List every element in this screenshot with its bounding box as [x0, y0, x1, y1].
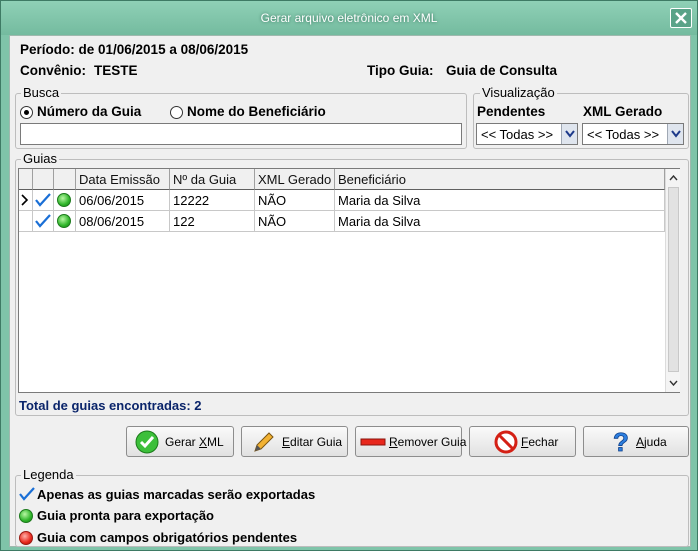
title-bar: Gerar arquivo eletrônico em XML [1, 1, 697, 35]
xml-gerado-dropdown-button[interactable] [667, 124, 683, 144]
xml-gerado-select-value: << Todas >> [587, 127, 660, 142]
row-check-cell[interactable] [33, 211, 54, 232]
grid-vertical-scrollbar[interactable] [665, 169, 680, 392]
row-indicator [19, 190, 33, 211]
legenda-item-pronta: Guia pronta para exportação [37, 508, 214, 523]
grid-header-xml-gerado[interactable]: XML Gerado [255, 169, 335, 190]
search-input[interactable] [20, 123, 462, 145]
ajuda-label: Ajuda [636, 435, 667, 449]
green-status-icon [19, 509, 33, 523]
pencil-icon [254, 432, 274, 452]
red-status-icon [19, 531, 33, 545]
check-icon [35, 193, 51, 207]
grid-header-check [33, 169, 54, 190]
radio-numero-guia-label[interactable]: Número da Guia [37, 104, 141, 119]
current-row-icon [21, 194, 29, 206]
chevron-down-icon [671, 130, 681, 138]
guias-grid[interactable]: Data Emissão Nº da Guia XML Gerado Benef… [18, 168, 680, 393]
no-entry-icon [494, 430, 518, 454]
row-check-cell[interactable] [33, 190, 54, 211]
legenda-item-marcadas: Apenas as guias marcadas serão exportada… [37, 487, 316, 502]
xml-gerado-select[interactable]: << Todas >> [582, 123, 684, 145]
radio-numero-guia[interactable] [20, 106, 33, 119]
legenda-legend: Legenda [21, 467, 76, 482]
cell-numero-guia[interactable]: 122 [170, 211, 255, 232]
cell-xml-gerado[interactable]: NÃO [255, 190, 335, 211]
total-guias-text: Total de guias encontradas: 2 [19, 398, 202, 413]
chevron-up-icon [669, 175, 678, 181]
fechar-label: Fechar [521, 435, 559, 449]
gerar-xml-button[interactable]: Gerar XML [126, 426, 234, 457]
cell-xml-gerado[interactable]: NÃO [255, 211, 335, 232]
green-status-icon [57, 214, 71, 228]
grid-header-numero-guia[interactable]: Nº da Guia [170, 169, 255, 190]
cell-data-emissao[interactable]: 06/06/2015 [76, 190, 170, 211]
periodo-text: Período: de 01/06/2015 a 08/06/2015 [20, 42, 249, 57]
xml-gerado-label: XML Gerado [583, 104, 663, 119]
chevron-down-icon [565, 130, 575, 138]
legenda-item-pendentes: Guia com campos obrigatórios pendentes [37, 530, 298, 545]
grid-header-indicator [19, 169, 33, 190]
scroll-up-button[interactable] [666, 169, 681, 186]
cell-beneficiario[interactable]: Maria da Silva [335, 211, 665, 232]
window-title: Gerar arquivo eletrônico em XML [260, 11, 438, 25]
convenio-label: Convênio: [20, 63, 86, 78]
pendentes-select-value: << Todas >> [481, 127, 554, 142]
radio-nome-beneficiario-label[interactable]: Nome do Beneficiário [187, 104, 326, 119]
editar-guia-button[interactable]: Editar Guia [241, 426, 348, 457]
row-status-cell [54, 190, 76, 211]
close-icon [675, 12, 687, 24]
tipo-guia-label: Tipo Guia: [367, 63, 434, 78]
grid-header-status [54, 169, 76, 190]
check-icon [19, 487, 35, 501]
cell-beneficiario[interactable]: Maria da Silva [335, 190, 665, 211]
help-icon: ? [613, 429, 630, 455]
pendentes-dropdown-button[interactable] [561, 124, 577, 144]
row-status-cell [54, 211, 76, 232]
scroll-thumb[interactable] [668, 187, 679, 372]
cell-numero-guia[interactable]: 12222 [170, 190, 255, 211]
visualizacao-legend: Visualização [480, 85, 557, 100]
radio-nome-beneficiario[interactable] [170, 106, 183, 119]
convenio-value: TESTE [94, 63, 138, 78]
pendentes-label: Pendentes [477, 104, 546, 119]
guias-legend: Guias [21, 151, 59, 166]
client-area: Período: de 01/06/2015 a 08/06/2015 Conv… [9, 35, 691, 547]
gerar-xml-label: Gerar XML [165, 435, 224, 449]
tipo-guia-value: Guia de Consulta [446, 63, 558, 78]
check-circle-icon [135, 430, 159, 454]
scroll-down-button[interactable] [666, 374, 681, 391]
close-button[interactable] [670, 8, 692, 28]
grid-header-data-emissao[interactable]: Data Emissão [76, 169, 170, 190]
grid-header-beneficiario[interactable]: Beneficiário [335, 169, 665, 190]
chevron-down-icon [669, 380, 678, 386]
fechar-button[interactable]: Fechar [469, 426, 576, 457]
row-indicator [19, 211, 33, 232]
svg-text:?: ? [613, 429, 629, 455]
check-icon [35, 214, 51, 228]
ajuda-button[interactable]: ? Ajuda [583, 426, 689, 457]
editar-guia-label: Editar Guia [282, 435, 343, 449]
pendentes-select[interactable]: << Todas >> [476, 123, 578, 145]
remover-guia-button[interactable]: Remover Guia [355, 426, 466, 457]
green-status-icon [57, 193, 71, 207]
remove-icon [360, 438, 386, 446]
cell-data-emissao[interactable]: 08/06/2015 [76, 211, 170, 232]
busca-legend: Busca [21, 85, 62, 100]
dialog-window: Gerar arquivo eletrônico em XML Período:… [0, 0, 698, 551]
remover-guia-label: Remover Guia [389, 435, 467, 449]
